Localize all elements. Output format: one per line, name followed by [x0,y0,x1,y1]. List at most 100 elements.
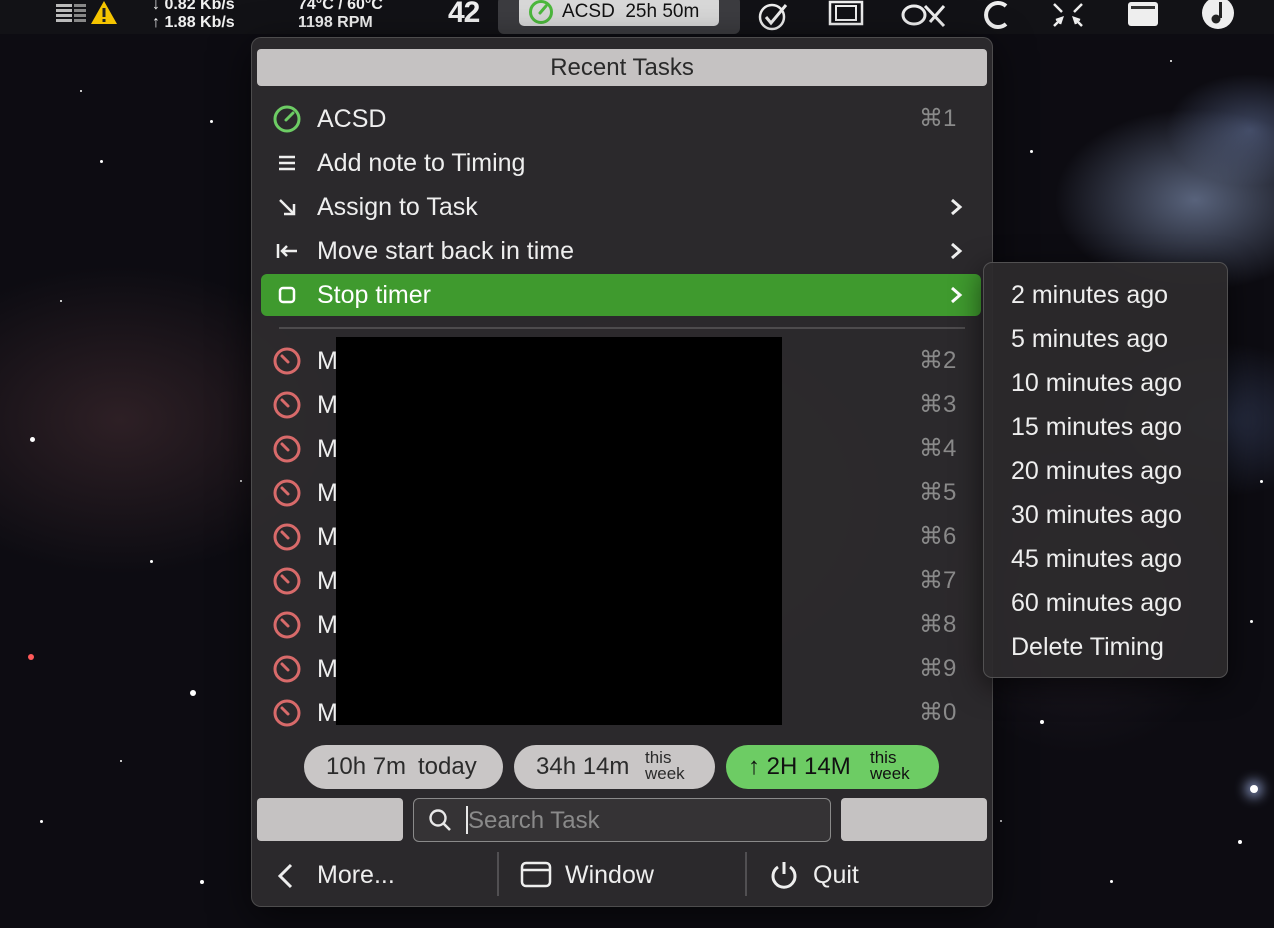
recent-task-label: M [317,699,338,727]
timing-menu-panel: Recent Tasks ACSD ⌘1 Add note to Timing … [251,37,993,907]
window-icon [520,861,552,888]
week-label: this week [645,748,685,783]
recent-task-label: M [317,435,338,463]
network-speed[interactable]: ↓ 0.82 Kb/s ↑ 1.88 Kb/s [152,0,235,32]
expand-arrows-icon[interactable] [1050,0,1086,35]
today-label: today [418,753,477,780]
timer-task-name: ACSD [562,1,615,22]
shortcut-label: ⌘8 [919,611,957,638]
right-placeholder-button[interactable] [841,798,987,841]
arrow-down-right-icon [279,199,296,216]
shortcut-label: ⌘4 [919,435,957,462]
chevron-right-icon [951,286,963,304]
shortcut-label: ⌘6 [919,523,957,550]
timer-gauge-icon [273,523,301,551]
timer-gauge-icon [529,0,553,24]
timer-gauge-icon [273,699,301,727]
recent-task-label: M [317,611,338,639]
left-placeholder-button[interactable] [257,798,403,841]
text-caret [466,806,468,834]
net-down-text: ↓ 0.82 Kb/s [152,0,235,13]
search-field[interactable] [413,798,831,842]
week-total-badge: 34h 14m this week [514,745,715,789]
infinity-x-icon[interactable] [900,2,950,35]
warning-icon[interactable] [90,0,118,31]
stop-20-minutes-ago[interactable]: 20 minutes ago [1011,449,1182,493]
timer-elapsed: 25h 50m [625,1,700,22]
window-button[interactable]: Window [520,853,740,897]
recent-task-label: M [317,523,338,551]
shortcut-label: ⌘5 [919,479,957,506]
recent-task-label: M [317,567,338,595]
delta-value: ↑ 2H 14M [748,753,851,780]
chevron-left-icon [277,863,293,889]
stop-15-minutes-ago[interactable]: 15 minutes ago [1011,405,1182,449]
shortcut-label: ⌘9 [919,655,957,682]
current-task-item[interactable]: ACSD ⌘1 [261,98,981,140]
timer-gauge-icon [273,567,301,595]
quit-label: Quit [813,861,859,889]
stop-square-icon [278,286,296,304]
redaction-box [336,337,782,725]
window-manager-icon[interactable] [828,0,864,33]
delta-label: this week [870,748,910,783]
recent-task-label: M [317,655,338,683]
power-icon [771,862,797,889]
shortcut-label: ⌘0 [919,699,957,726]
bottom-divider [497,852,499,896]
stop-45-minutes-ago[interactable]: 45 minutes ago [1011,537,1182,581]
bottom-divider [745,852,747,896]
menu-header: Recent Tasks [257,49,987,86]
timer-gauge-icon [273,435,301,463]
recent-task-label: M [317,391,338,419]
timing-timer-display[interactable]: ACSD 25h 50m [519,0,719,26]
stop-30-minutes-ago[interactable]: 30 minutes ago [1011,493,1182,537]
move-start-back-label: Move start back in time [317,237,575,265]
timer-gauge-icon [273,479,301,507]
stop-timer-item[interactable]: Stop timer [261,274,981,316]
checkmark-circle-icon[interactable] [757,2,791,37]
today-total-badge: 10h 7m today [304,745,503,789]
list-icon [279,155,295,171]
stop-timer-label: Stop timer [317,281,431,309]
shortcut-label: ⌘1 [919,105,957,132]
stop-60-minutes-ago[interactable]: 60 minutes ago [1011,581,1182,625]
chevron-right-icon [951,242,963,260]
clipboard-icon[interactable] [1126,0,1162,35]
timer-gauge-icon [273,611,301,639]
net-up-text: ↑ 1.88 Kb/s [152,14,235,31]
today-value: 10h 7m [326,753,407,780]
menu-bar: ↓ 0.82 Kb/s ↑ 1.88 Kb/s 74°C / 60°C 1198… [0,0,1274,34]
quit-button[interactable]: Quit [768,853,968,897]
menu-separator [279,327,965,329]
assign-to-task-item[interactable]: Assign to Task [261,186,981,228]
week-delta-badge: ↑ 2H 14M this week [726,745,939,789]
add-note-item[interactable]: Add note to Timing [261,142,981,184]
recent-task-label: M [317,347,338,375]
timer-gauge-icon [273,391,301,419]
refresh-c-icon[interactable] [980,0,1014,35]
fan-speed-text: 1198 RPM [298,14,373,31]
counter-item[interactable]: 42 [448,0,480,30]
current-task-label: ACSD [317,105,387,133]
more-button[interactable]: More... [274,853,494,897]
more-label: More... [317,861,395,889]
shortcut-label: ⌘3 [919,391,957,418]
arrow-left-to-line-icon [276,244,297,258]
add-note-label: Add note to Timing [317,149,526,177]
music-note-icon[interactable] [1200,0,1236,35]
stop-5-minutes-ago[interactable]: 5 minutes ago [1011,317,1168,361]
stop-2-minutes-ago[interactable]: 2 minutes ago [1011,273,1168,317]
week-value: 34h 14m [536,753,630,780]
stop-timer-submenu: 2 minutes ago 5 minutes ago 10 minutes a… [983,262,1228,678]
recent-task-label: M [317,479,338,507]
temperature-monitor[interactable]: 74°C / 60°C 1198 RPM [298,0,383,32]
search-icon [429,809,451,831]
stop-10-minutes-ago[interactable]: 10 minutes ago [1011,361,1182,405]
window-label: Window [565,861,654,889]
assign-to-task-label: Assign to Task [317,193,478,221]
delete-timing-item[interactable]: Delete Timing [1011,625,1164,669]
move-start-back-item[interactable]: Move start back in time [261,230,981,272]
search-input[interactable] [466,805,820,837]
shortcut-label: ⌘7 [919,567,957,594]
